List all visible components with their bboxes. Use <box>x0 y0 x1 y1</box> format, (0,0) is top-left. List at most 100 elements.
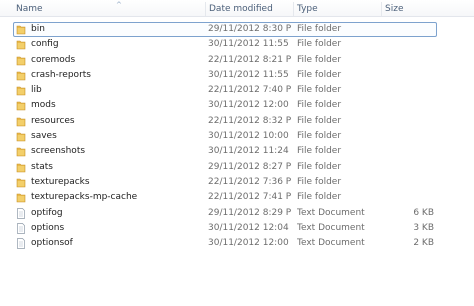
file-type: File folder <box>297 176 342 187</box>
file-row[interactable]: lib 22/11/2012 7:40 PM File folder <box>0 83 474 98</box>
file-row[interactable]: screenshots 30/11/2012 11:24 ... File fold… <box>0 144 474 159</box>
file-type: File folder <box>297 131 342 142</box>
folder-icon <box>16 85 26 96</box>
column-header-row: Name ^ Date modified Type Size <box>0 0 474 17</box>
file-rows: bin 29/11/2012 8:30 PM File folder config 30… <box>0 22 474 251</box>
file-size <box>381 68 434 83</box>
file-row[interactable]: bin 29/11/2012 8:30 PM File folder <box>0 22 474 37</box>
file-date-modified: 30/11/2012 12:00 ... <box>208 100 292 111</box>
file-size <box>381 83 434 98</box>
file-date-modified: 29/11/2012 8:29 PM <box>208 207 292 218</box>
file-name: screenshots <box>31 146 86 157</box>
file-date-modified: 22/11/2012 8:21 PM <box>208 54 292 65</box>
file-row[interactable]: stats 29/11/2012 8:27 PM File folder <box>0 160 474 175</box>
file-size <box>381 190 434 205</box>
file-name: options <box>31 222 65 233</box>
folder-icon <box>16 55 26 66</box>
file-date-modified: 29/11/2012 8:27 PM <box>208 161 292 172</box>
column-header-name-label: Name <box>16 4 43 14</box>
text-document-icon <box>16 238 26 250</box>
file-date-modified: 22/11/2012 8:32 PM <box>208 115 292 126</box>
file-date-modified: 22/11/2012 7:36 PM <box>208 176 292 187</box>
file-row[interactable]: crash-reports 30/11/2012 11:55 ... File fo… <box>0 68 474 83</box>
folder-icon <box>16 116 26 127</box>
file-date-modified: 30/11/2012 11:24 ... <box>208 146 292 157</box>
folder-icon <box>16 100 26 111</box>
file-type: File folder <box>297 161 342 172</box>
file-name: crash-reports <box>31 69 91 80</box>
file-size <box>381 175 434 190</box>
file-name: config <box>31 39 59 50</box>
column-header-type-label: Type <box>297 4 318 14</box>
file-size <box>381 53 434 68</box>
file-name: texturepacks-mp-cache <box>31 192 138 203</box>
file-type: File folder <box>297 146 342 157</box>
file-date-modified: 30/11/2012 11:55 ... <box>208 39 292 50</box>
file-date-modified: 30/11/2012 10:00 ... <box>208 131 292 142</box>
file-type: File folder <box>297 192 342 203</box>
file-name: optifog <box>31 207 63 218</box>
file-name: texturepacks <box>31 176 90 187</box>
folder-icon <box>16 70 26 81</box>
file-size <box>381 37 434 52</box>
file-row[interactable]: mods 30/11/2012 12:00 ... File folder <box>0 98 474 113</box>
file-size: 3 KB <box>413 222 434 233</box>
column-header-date-label: Date modified <box>209 4 273 14</box>
file-date-modified: 22/11/2012 7:40 PM <box>208 85 292 96</box>
file-type: File folder <box>297 24 342 34</box>
file-name: bin <box>31 24 45 34</box>
folder-icon <box>16 162 26 173</box>
file-type: Text Document <box>297 222 365 233</box>
column-header-size[interactable]: Size <box>381 2 441 16</box>
file-row[interactable]: coremods 22/11/2012 8:21 PM File folder <box>0 53 474 68</box>
file-type: File folder <box>297 39 342 50</box>
file-type: File folder <box>297 69 342 80</box>
file-size <box>381 160 434 175</box>
column-header-type[interactable]: Type <box>293 2 381 16</box>
folder-icon <box>16 24 26 35</box>
file-name: optionsof <box>31 238 73 249</box>
file-date-modified: 30/11/2012 11:55 ... <box>208 69 292 80</box>
text-document-icon <box>16 207 26 219</box>
file-size <box>381 22 434 37</box>
file-size <box>381 114 434 129</box>
column-header-size-label: Size <box>385 4 404 14</box>
file-row[interactable]: options 30/11/2012 12:04 ... Text Document… <box>0 221 474 236</box>
file-row[interactable]: texturepacks 22/11/2012 7:36 PM File folde… <box>0 175 474 190</box>
folder-icon <box>16 192 26 203</box>
sort-ascending-icon: ^ <box>116 1 122 9</box>
file-type: Text Document <box>297 238 365 249</box>
file-size: 6 KB <box>413 207 434 218</box>
column-header-date-modified[interactable]: Date modified <box>205 2 293 16</box>
folder-icon <box>16 177 26 188</box>
folder-icon <box>16 39 26 50</box>
file-name: mods <box>31 100 56 111</box>
file-name: resources <box>31 115 75 126</box>
file-size <box>381 144 434 159</box>
file-date-modified: 30/11/2012 12:04 ... <box>208 222 292 233</box>
file-name: coremods <box>31 54 76 65</box>
file-row[interactable]: texturepacks-mp-cache 22/11/2012 7:41 PM F… <box>0 190 474 205</box>
file-type: Text Document <box>297 207 365 218</box>
file-date-modified: 30/11/2012 12:00 ... <box>208 238 292 249</box>
file-row[interactable]: saves 30/11/2012 10:00 ... File folder <box>0 129 474 144</box>
column-header-name[interactable]: Name ^ <box>13 2 203 16</box>
file-type: File folder <box>297 54 342 65</box>
file-size <box>381 129 434 144</box>
file-type: File folder <box>297 115 342 126</box>
file-name: stats <box>31 161 53 172</box>
file-size: 2 KB <box>413 238 434 249</box>
folder-icon <box>16 131 26 142</box>
folder-icon <box>16 146 26 157</box>
file-list-view: Name ^ Date modified Type Size bin 29/11/… <box>0 0 474 306</box>
text-document-icon <box>16 223 26 234</box>
file-size <box>381 98 434 113</box>
file-row[interactable]: resources 22/11/2012 8:32 PM File folder <box>0 114 474 129</box>
file-type: File folder <box>297 85 342 96</box>
file-row[interactable]: optionsof 30/11/2012 12:00 ... Text Docume… <box>0 236 474 251</box>
file-name: lib <box>31 85 42 96</box>
file-type: File folder <box>297 100 342 111</box>
file-date-modified: 29/11/2012 8:30 PM <box>208 24 292 34</box>
file-row[interactable]: config 30/11/2012 11:55 ... File folder <box>0 37 474 52</box>
file-row[interactable]: optifog 29/11/2012 8:29 PM Text Document 6 … <box>0 206 474 221</box>
